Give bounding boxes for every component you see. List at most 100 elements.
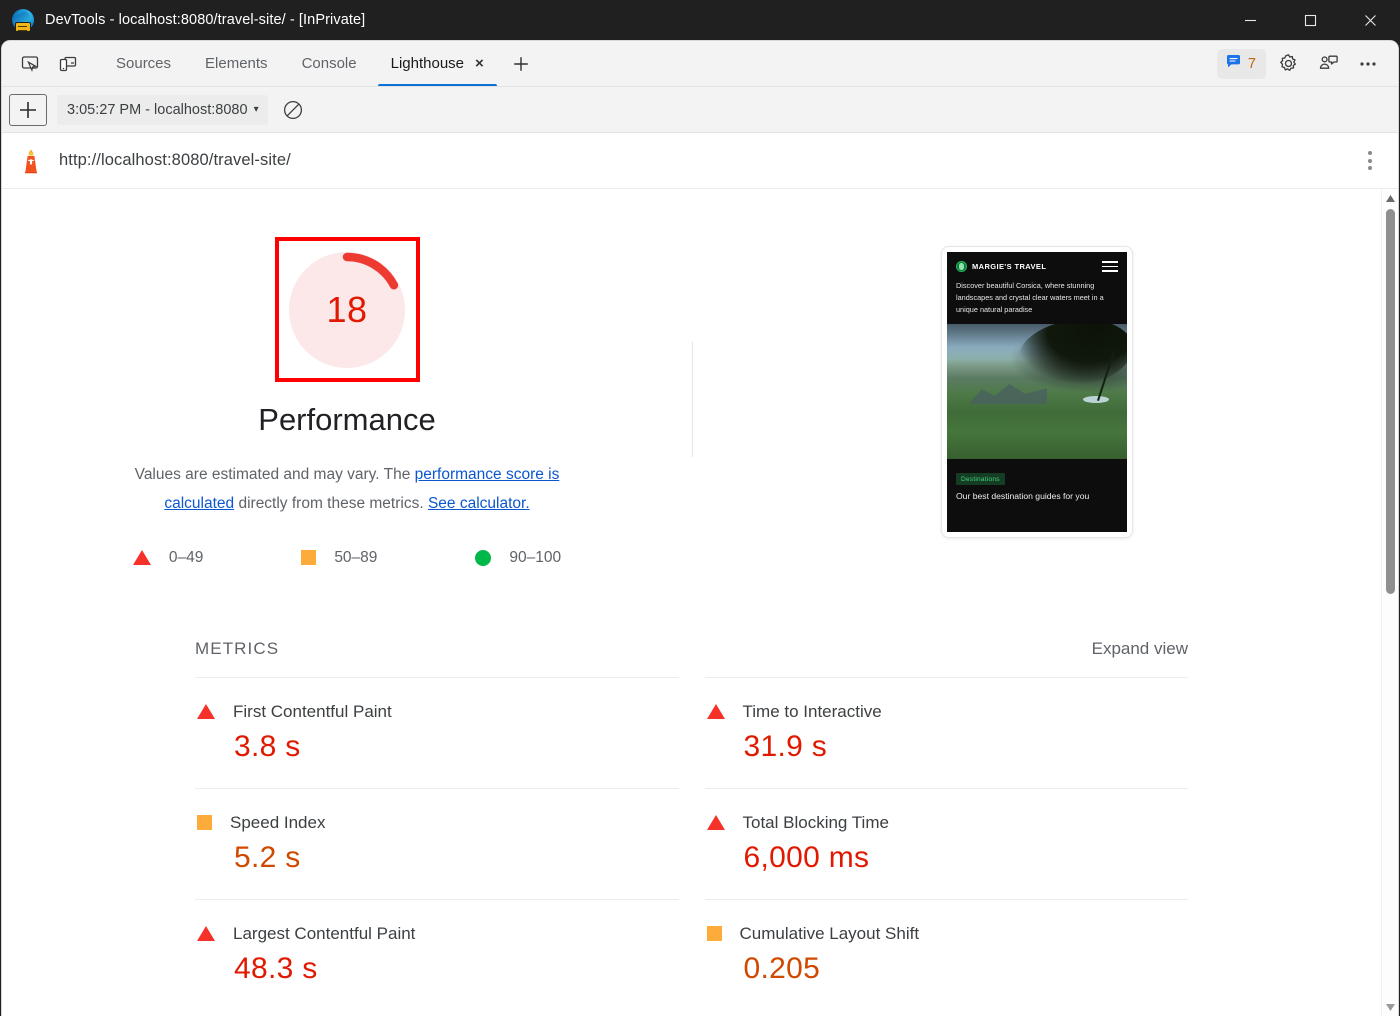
device-toolbar-icon[interactable] <box>51 48 85 80</box>
metric-label: Speed Index <box>230 812 326 832</box>
maximize-icon[interactable] <box>1280 0 1340 40</box>
triangle-fail-icon <box>706 704 725 720</box>
legend-item-fail: 0–49 <box>132 548 204 567</box>
tab-close-icon[interactable]: × <box>475 56 484 71</box>
score-category-label: Performance <box>258 402 436 437</box>
circle-pass-icon <box>475 549 492 566</box>
square-average-icon <box>706 926 722 942</box>
thumbnail-hero-photo <box>947 324 1127 460</box>
scroll-down-arrow-icon[interactable] <box>1382 998 1399 1016</box>
tab-label: Elements <box>205 55 268 72</box>
report-run-selector[interactable]: 3:05:27 PM - localhost:8080 ▾ <box>57 94 268 125</box>
tab-lighthouse[interactable]: Lighthouse × <box>374 41 501 86</box>
tab-sources[interactable]: Sources <box>99 41 188 86</box>
final-screenshot-thumbnail: MARGIE'S TRAVEL Discover beautiful Corsi… <box>942 247 1132 537</box>
metrics-header: METRICS Expand view <box>195 639 1188 659</box>
devtools-tabs: Sources Elements Console Lighthouse × <box>99 41 541 86</box>
hamburger-menu-icon <box>1102 261 1118 272</box>
triangle-fail-icon <box>706 815 725 831</box>
metric-total-blocking-time[interactable]: Total Blocking Time 6,000 ms <box>704 787 1188 899</box>
metric-label: Largest Contentful Paint <box>233 923 416 943</box>
performance-gauge-focus[interactable]: 18 <box>274 237 420 382</box>
performance-gauge: 18 <box>289 251 405 368</box>
metrics-title: METRICS <box>195 638 280 658</box>
clear-all-icon[interactable] <box>278 95 308 125</box>
title-bar: DevTools - localhost:8080/travel-site/ -… <box>0 0 1400 40</box>
new-tab-icon[interactable] <box>501 41 541 86</box>
metric-value: 48.3 s <box>234 951 318 985</box>
screenshot-column: MARGIE'S TRAVEL Discover beautiful Corsi… <box>693 237 1381 537</box>
score-description: Values are estimated and may vary. The p… <box>117 460 577 519</box>
tab-elements[interactable]: Elements <box>188 41 285 86</box>
square-average-icon <box>197 815 212 831</box>
metric-label: Total Blocking Time <box>742 812 889 832</box>
thumbnail-brand: MARGIE'S TRAVEL <box>972 262 1047 271</box>
scrollbar-thumb[interactable] <box>1385 209 1395 594</box>
metric-cumulative-layout-shift[interactable]: Cumulative Layout Shift 0.205 <box>704 898 1188 1010</box>
devtools-window: DevTools - localhost:8080/travel-site/ -… <box>0 0 1400 1016</box>
active-tab-underline <box>377 83 497 86</box>
scroll-up-arrow-icon[interactable] <box>1382 189 1399 207</box>
thumbnail-navbar: MARGIE'S TRAVEL <box>947 252 1127 276</box>
metric-value: 3.8 s <box>234 729 301 763</box>
legend-item-pass: 90–100 <box>475 549 561 567</box>
feedback-person-icon[interactable] <box>1310 48 1346 80</box>
thumbnail-footer-text: Our best destination guides for you <box>956 491 1090 502</box>
window-title: DevTools - localhost:8080/travel-site/ -… <box>45 12 366 28</box>
metric-label: First Contentful Paint <box>233 701 392 721</box>
metric-value: 0.205 <box>743 951 821 985</box>
new-report-button[interactable] <box>9 93 47 126</box>
minimize-icon[interactable] <box>1220 0 1280 40</box>
metric-value: 5.2 s <box>234 840 301 874</box>
kebab-menu-icon[interactable] <box>1356 147 1384 175</box>
report-vertical-scrollbar[interactable] <box>1381 189 1398 1016</box>
devtools-left-tools <box>2 41 85 86</box>
metric-time-to-interactive[interactable]: Time to Interactive 31.9 s <box>704 676 1188 788</box>
metric-label: Time to Interactive <box>742 701 882 721</box>
messages-badge[interactable]: 7 <box>1216 48 1266 79</box>
lighthouse-report: http://localhost:8080/travel-site/ 18 Pe… <box>2 133 1398 1016</box>
thumbnail-tag: Destinations <box>956 473 1005 486</box>
square-average-icon <box>301 550 317 566</box>
score-column: 18 Performance Values are estimated and … <box>2 237 692 567</box>
report-url: http://localhost:8080/travel-site/ <box>59 151 291 169</box>
expand-view-button[interactable]: Expand view <box>1092 639 1188 659</box>
report-url-row: http://localhost:8080/travel-site/ <box>2 133 1398 189</box>
metric-largest-contentful-paint[interactable]: Largest Contentful Paint 48.3 s <box>195 898 679 1010</box>
chevron-down-icon: ▾ <box>253 104 259 115</box>
triangle-fail-icon <box>197 704 215 720</box>
tab-label: Console <box>301 55 357 72</box>
metric-first-contentful-paint[interactable]: First Contentful Paint 3.8 s <box>195 676 679 788</box>
tab-console[interactable]: Console <box>285 41 374 86</box>
devtools-tabbar: Sources Elements Console Lighthouse × 7 <box>2 41 1398 87</box>
metrics-section: METRICS Expand view First Contentful Pai… <box>195 639 1188 1010</box>
score-legend: 0–49 50–89 90–100 <box>132 548 561 567</box>
legend-label: 50–89 <box>334 548 378 566</box>
scrollbar-track[interactable] <box>1382 207 1399 998</box>
see-calculator-link[interactable]: See calculator. <box>428 495 530 512</box>
score-description-prefix: Values are estimated and may vary. The <box>134 466 415 483</box>
legend-item-average: 50–89 <box>301 549 377 567</box>
metric-value: 6,000 ms <box>743 840 870 874</box>
triangle-fail-icon <box>197 926 215 942</box>
report-scroll-wrapper: 18 Performance Values are estimated and … <box>2 189 1398 1016</box>
metric-speed-index[interactable]: Speed Index 5.2 s <box>195 787 679 899</box>
globe-icon <box>956 261 967 272</box>
tab-label: Lighthouse <box>390 55 465 72</box>
score-description-middle: directly from these metrics. <box>234 495 428 513</box>
lighthouse-icon <box>18 148 44 174</box>
report-run-label: 3:05:27 PM - localhost:8080 <box>67 101 248 118</box>
legend-label: 0–49 <box>168 548 204 566</box>
edge-logo-icon <box>12 9 34 32</box>
window-controls <box>1220 0 1400 40</box>
close-icon[interactable] <box>1340 0 1400 40</box>
more-options-icon[interactable] <box>1350 48 1386 80</box>
metric-value: 31.9 s <box>743 729 828 763</box>
metric-label: Cumulative Layout Shift <box>739 923 920 943</box>
inspect-element-icon[interactable] <box>13 48 47 80</box>
lighthouse-runbar: 3:05:27 PM - localhost:8080 ▾ <box>2 87 1398 133</box>
devtools-shell: Sources Elements Console Lighthouse × 7 … <box>1 40 1399 1016</box>
gear-icon[interactable] <box>1270 48 1306 80</box>
tab-label: Sources <box>116 55 172 72</box>
thumbnail-lede: Discover beautiful Corsica, where stunni… <box>956 281 1104 315</box>
